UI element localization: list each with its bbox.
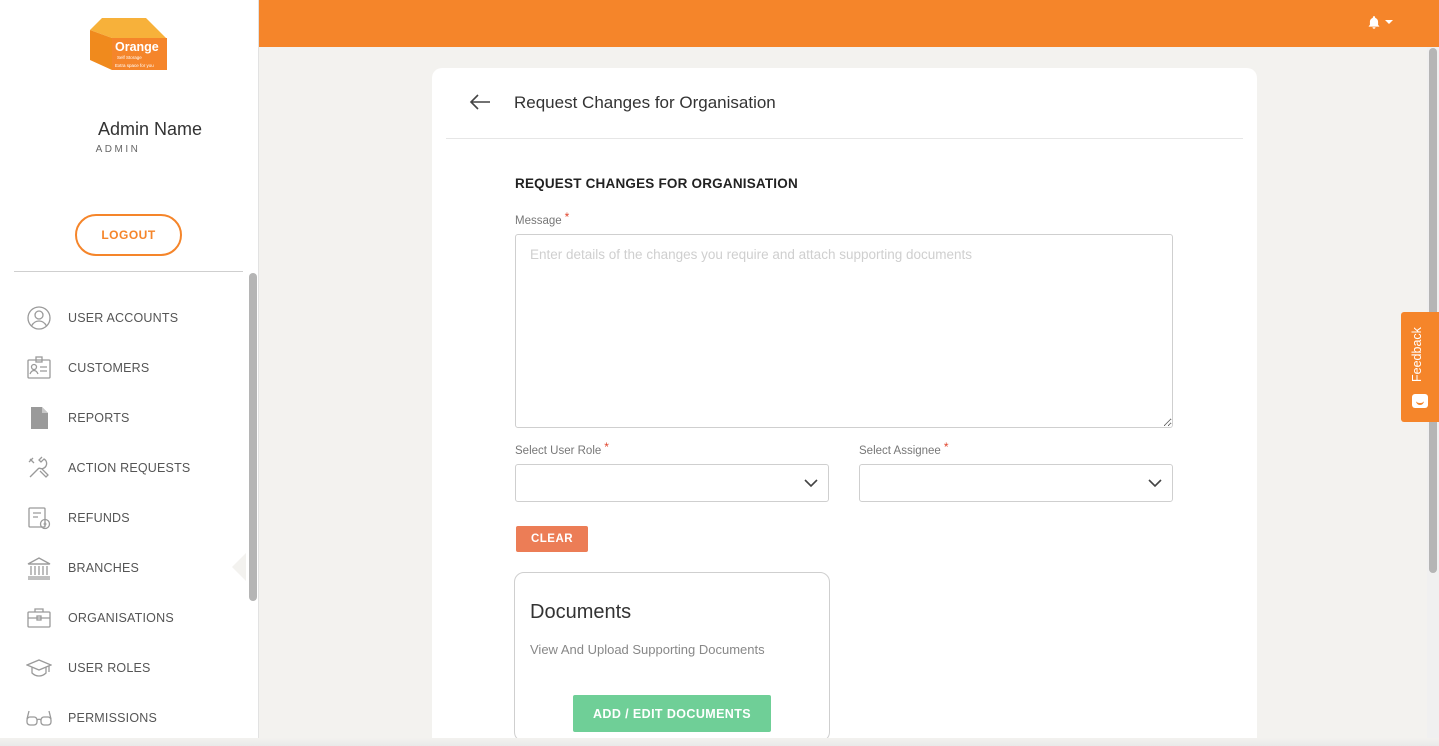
caret-down-icon (1385, 20, 1393, 24)
required-asterisk: * (564, 210, 570, 224)
chevron-down-icon (1148, 476, 1162, 490)
bottom-edge (0, 738, 1439, 746)
sidebar: Orange Self Storage Extra space for you … (0, 0, 259, 746)
sidebar-item-user-roles[interactable]: USER ROLES (0, 643, 245, 693)
sidebar-scrollbar[interactable] (249, 273, 257, 601)
feedback-tab[interactable]: Feedback (1401, 312, 1439, 422)
sidebar-item-label: CUSTOMERS (68, 361, 150, 375)
back-arrow-icon[interactable] (468, 90, 496, 114)
sidebar-item-label: USER ACCOUNTS (68, 311, 179, 325)
notifications-dropdown[interactable] (1367, 10, 1397, 34)
profile-name: Admin Name (97, 119, 203, 139)
user-role-select[interactable] (515, 464, 829, 502)
top-bar (259, 0, 1439, 47)
sidebar-item-branches[interactable]: BRANCHES (0, 543, 245, 593)
message-label: Message * (515, 210, 570, 227)
clear-button[interactable]: CLEAR (516, 526, 588, 552)
glasses-icon (26, 705, 52, 731)
user-circle-icon (26, 305, 52, 331)
message-label-text: Message (515, 215, 562, 227)
sidebar-divider (14, 271, 243, 272)
logo-name: Orange (115, 40, 159, 54)
sidebar-item-refunds[interactable]: REFUNDS (0, 493, 245, 543)
logout-button[interactable]: LOGOUT (75, 214, 182, 256)
refund-receipt-icon (26, 505, 52, 531)
page-title: Request Changes for Organisation (514, 93, 776, 112)
card-header: Request Changes for Organisation (446, 68, 1243, 139)
document-icon (26, 405, 52, 431)
user-role-label: Select User Role * (515, 440, 609, 457)
assignee-label-text: Select Assignee (859, 445, 941, 457)
documents-subtitle: View And Upload Supporting Documents (530, 642, 765, 657)
add-edit-documents-button[interactable]: ADD / EDIT DOCUMENTS (573, 695, 771, 732)
sidebar-collapse-caret[interactable] (232, 553, 246, 581)
graduation-cap-icon (26, 655, 52, 681)
sidebar-nav: USER ACCOUNTS CUSTOMERS REPORTS ACTION R… (0, 293, 245, 743)
sidebar-item-label: REPORTS (68, 411, 130, 425)
sidebar-item-user-accounts[interactable]: USER ACCOUNTS (0, 293, 245, 343)
sidebar-item-label: BRANCHES (68, 561, 140, 575)
briefcase-icon (26, 605, 52, 631)
form-heading: REQUEST CHANGES FOR ORGANISATION (515, 176, 798, 191)
main-scrollbar-thumb[interactable] (1429, 48, 1437, 573)
message-textarea[interactable] (515, 234, 1173, 428)
logo-tagline: Extra space for you (115, 63, 154, 68)
assignee-label: Select Assignee * (859, 440, 949, 457)
logo-sub: Self Storage (117, 55, 142, 60)
sidebar-item-label: ORGANISATIONS (68, 611, 174, 625)
smile-chat-icon (1412, 394, 1428, 408)
required-asterisk: * (604, 440, 609, 454)
documents-title: Documents (530, 601, 632, 623)
sidebar-item-reports[interactable]: REPORTS (0, 393, 245, 443)
sidebar-item-label: REFUNDS (68, 511, 130, 525)
sidebar-item-permissions[interactable]: PERMISSIONS (0, 693, 245, 743)
documents-card: Documents View And Upload Supporting Doc… (514, 572, 830, 742)
sidebar-item-action-requests[interactable]: ACTION REQUESTS (0, 443, 245, 493)
id-card-icon (26, 355, 52, 381)
sidebar-item-label: USER ROLES (68, 661, 151, 675)
assignee-select[interactable] (859, 464, 1173, 502)
chevron-down-icon (804, 476, 818, 490)
sidebar-item-label: PERMISSIONS (68, 711, 158, 725)
feedback-label: Feedback (1410, 327, 1424, 382)
required-asterisk: * (943, 440, 949, 454)
sidebar-item-customers[interactable]: CUSTOMERS (0, 343, 245, 393)
bank-building-icon (26, 555, 52, 581)
sidebar-item-label: ACTION REQUESTS (68, 461, 191, 475)
tools-icon (26, 455, 52, 481)
user-role-label-text: Select User Role (515, 445, 602, 457)
bell-icon (1368, 16, 1380, 29)
orange-self-storage-logo[interactable]: Orange Self Storage Extra space for you (88, 16, 170, 72)
request-changes-card: Request Changes for Organisation REQUEST… (432, 68, 1257, 746)
sidebar-item-organisations[interactable]: ORGANISATIONS (0, 593, 245, 643)
profile-role: ADMIN (95, 144, 141, 155)
